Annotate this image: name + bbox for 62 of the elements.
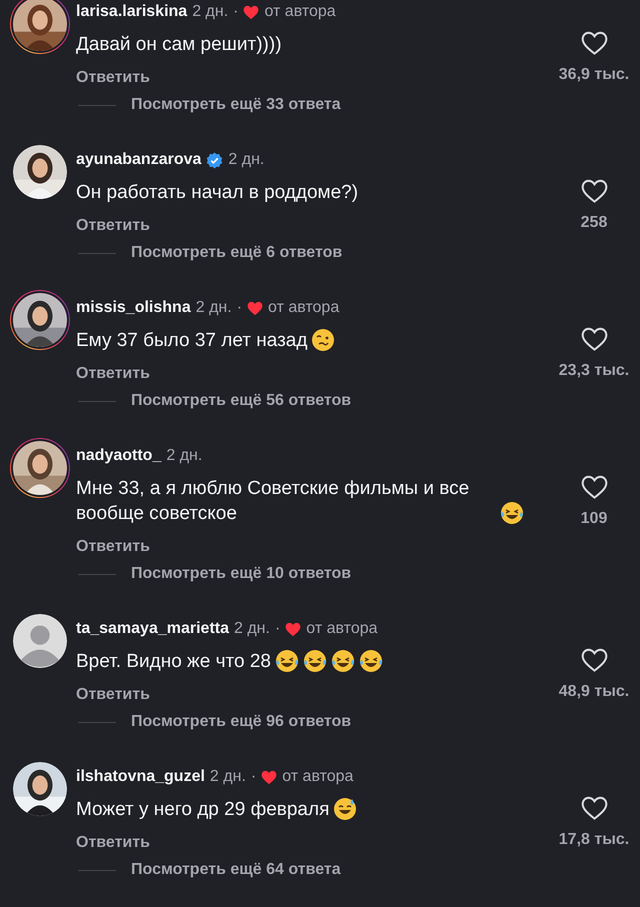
author-label: от автора bbox=[268, 299, 340, 317]
separator-dot: · bbox=[250, 768, 256, 786]
username[interactable]: nadyaotto_ bbox=[76, 447, 162, 465]
avatar-ring[interactable] bbox=[10, 142, 70, 202]
view-replies-button[interactable]: Посмотреть ещё 64 ответа bbox=[131, 861, 341, 879]
comment-time: 2 дн. bbox=[228, 151, 264, 169]
username[interactable]: ta_samaya_marietta bbox=[76, 620, 229, 638]
username[interactable]: ilshatovna_guzel bbox=[76, 768, 205, 786]
laughing-emoji-icon bbox=[330, 649, 355, 673]
laughing-emoji-icon bbox=[358, 649, 383, 673]
view-replies-button[interactable]: Посмотреть ещё 6 ответов bbox=[131, 244, 342, 262]
comment-text: Врет. Видно же что 28 bbox=[76, 650, 271, 674]
heart-icon[interactable] bbox=[580, 179, 608, 204]
default-avatar-icon bbox=[11, 612, 69, 670]
reply-button[interactable]: Ответить bbox=[76, 683, 150, 707]
username[interactable]: missis_olishna bbox=[76, 299, 191, 317]
view-replies-button[interactable]: Посмотреть ещё 33 ответа bbox=[131, 96, 341, 114]
view-replies-button[interactable]: Посмотреть ещё 56 ответов bbox=[131, 392, 352, 410]
reply-button[interactable]: Ответить bbox=[76, 66, 150, 90]
author-label: от автора bbox=[264, 3, 336, 21]
laughing-emoji-icon bbox=[302, 649, 327, 673]
comment-time: 2 дн. bbox=[192, 3, 228, 21]
reply-button[interactable]: Ответить bbox=[76, 214, 150, 238]
laughing-emoji-icon bbox=[274, 649, 299, 673]
laughing-emoji-icon bbox=[500, 501, 524, 525]
author-label: от автора bbox=[306, 620, 378, 638]
comment-text: Ему 37 было 37 лет назад bbox=[76, 329, 308, 353]
separator-dot: · bbox=[233, 3, 238, 21]
comment-time: 2 дн. bbox=[210, 768, 246, 786]
comment-text: Он работать начал в роддоме?) bbox=[76, 181, 358, 205]
comment-time: 2 дн. bbox=[196, 299, 232, 317]
view-replies-button[interactable]: Посмотреть ещё 96 ответов bbox=[131, 713, 352, 731]
like-count: 109 bbox=[580, 510, 608, 528]
like-count: 258 bbox=[580, 214, 608, 232]
username[interactable]: larisa.lariskina bbox=[76, 3, 188, 21]
comment-time: 2 дн. bbox=[234, 620, 270, 638]
heart-icon[interactable] bbox=[580, 475, 608, 500]
reply-button[interactable]: Ответить bbox=[76, 535, 150, 559]
heart-icon[interactable] bbox=[580, 31, 608, 56]
separator-dot: · bbox=[274, 620, 280, 638]
heart-icon[interactable] bbox=[580, 648, 608, 673]
view-replies-button[interactable]: Посмотреть ещё 10 ответов bbox=[131, 565, 352, 583]
like-count: 23,3 тыс. bbox=[558, 362, 630, 380]
reply-button[interactable]: Ответить bbox=[76, 362, 150, 386]
comment-text: Давай он сам решит)))) bbox=[76, 33, 282, 57]
heart-icon[interactable] bbox=[580, 327, 608, 352]
author-label: от автора bbox=[282, 768, 354, 786]
avatar-ring[interactable] bbox=[10, 611, 70, 671]
username[interactable]: ayunabanzarova bbox=[76, 151, 202, 169]
like-count: 17,8 тыс. bbox=[558, 831, 630, 849]
woozy-emoji-icon bbox=[311, 328, 336, 352]
like-count: 48,9 тыс. bbox=[558, 683, 630, 701]
comment-text: Мне 33, а я люблю Советские фильмы и все вообще советское bbox=[76, 477, 470, 526]
separator-dot: · bbox=[236, 299, 242, 317]
avatar-ring[interactable] bbox=[10, 0, 70, 54]
avatar-ring[interactable] bbox=[10, 759, 70, 819]
comment-time: 2 дн. bbox=[166, 447, 202, 465]
heart-icon[interactable] bbox=[580, 796, 608, 821]
reply-button[interactable]: Ответить bbox=[76, 831, 150, 855]
comment-text: Может у него др 29 февраля bbox=[76, 798, 330, 822]
like-count: 36,9 тыс. bbox=[558, 66, 630, 84]
sweat-smile-emoji-icon bbox=[333, 797, 358, 821]
